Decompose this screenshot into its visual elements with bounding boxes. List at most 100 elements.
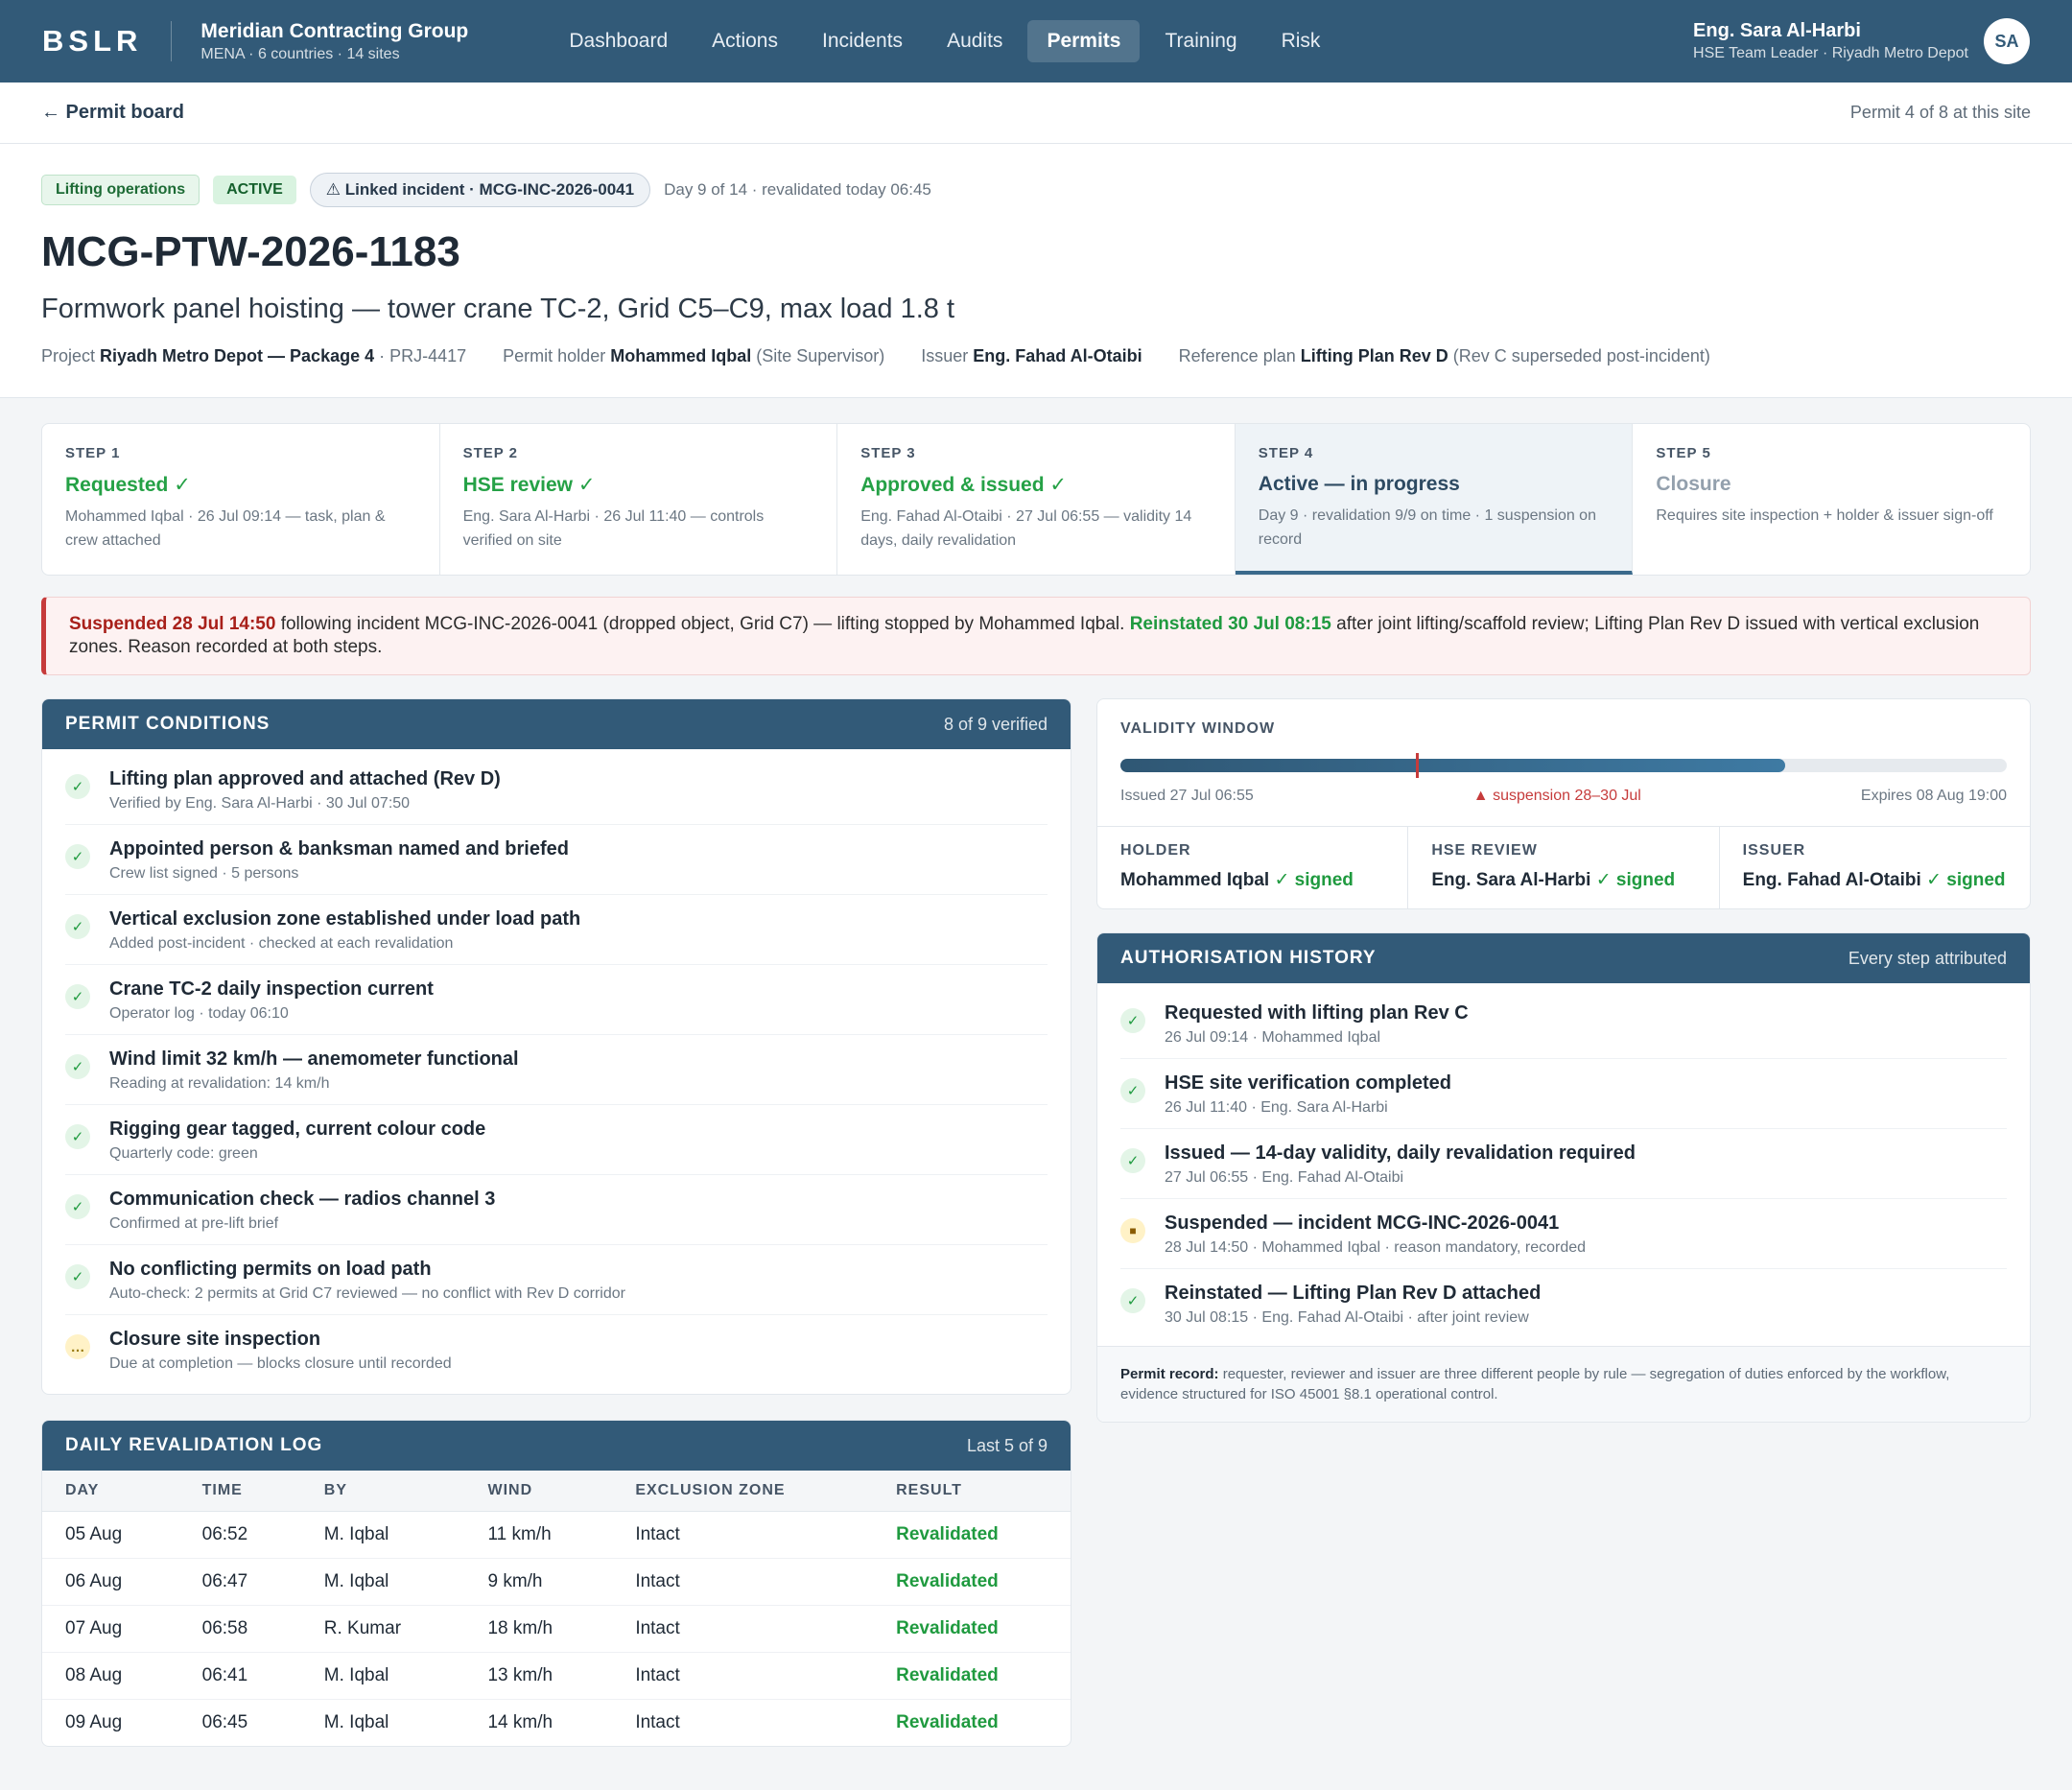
user-menu[interactable]: Eng. Sara Al-Harbi HSE Team Leader · Riy… (1693, 18, 2030, 64)
table-cell: 9 km/h (464, 1558, 613, 1606)
signer-name: Eng. Sara Al-Harbi (1431, 870, 1591, 890)
permit-record-note: Permit record: requester, reviewer and i… (1097, 1346, 2030, 1422)
history-item[interactable]: ✓ Reinstated — Lifting Plan Rev D attache… (1120, 1269, 2007, 1338)
condition-item[interactable]: ✓ Crane TC-2 daily inspection current Oper… (65, 965, 1048, 1035)
table-cell: 08 Aug (42, 1652, 179, 1700)
table-cell: Intact (635, 1712, 680, 1732)
signer-label: HSE REVIEW (1431, 842, 1538, 859)
table-row[interactable]: 05 Aug 06:52 M. Iqbal 11 km/h Intact Revalida… (42, 1511, 1071, 1559)
condition-item[interactable]: ✓ Wind limit 32 km/h — anemometer functio… (65, 1035, 1048, 1105)
table-cell: 06 Aug (42, 1558, 179, 1606)
table-cell: M. Iqbal (323, 1712, 389, 1732)
organization-switcher[interactable]: Meridian Contracting Group MENA · 6 coun… (200, 20, 517, 63)
column-header-wind: WIND (464, 1471, 613, 1512)
avatar[interactable]: SA (1984, 18, 2030, 64)
table-row[interactable]: 09 Aug 06:45 M. Iqbal 14 km/h Intact Revalida… (42, 1700, 1071, 1747)
history-item[interactable]: ✓ Issued — 14-day validity, daily revalid… (1120, 1129, 2007, 1199)
app-logo[interactable]: BSLR (42, 21, 173, 61)
permit-type-badge: Lifting operations (41, 175, 200, 205)
signed-status: ✓ signed (1269, 870, 1354, 890)
workflow-step-3[interactable]: STEP 3 Approved & issued ✓ Eng. Fahad Al-O… (837, 424, 1236, 575)
condition-item[interactable]: ✓ Rigging gear tagged, current colour cod… (65, 1105, 1048, 1175)
nav-permits[interactable]: Permits (1027, 20, 1141, 62)
workflow-step-2[interactable]: STEP 2 HSE review ✓ Eng. Sara Al-Harbi · 2… (440, 424, 838, 575)
revalidation-log-panel: DAILY REVALIDATION LOG Last 5 of 9 DAY TI… (41, 1420, 1071, 1747)
workflow-step-4[interactable]: STEP 4 Active — in progress Day 9 · revali… (1235, 424, 1634, 575)
step-description: Eng. Sara Al-Harbi · 26 Jul 11:40 — cont… (462, 508, 765, 549)
history-body: Suspended — incident MCG-INC-2026-0041 28… (1165, 1213, 1586, 1257)
signer-holder: HOLDER Mohammed Iqbal ✓ signed (1097, 827, 1409, 908)
condition-body: Rigging gear tagged, current colour code… (109, 1119, 485, 1163)
user-role: HSE Team Leader · Riyadh Metro Depot (1693, 45, 1968, 61)
back-to-permit-board-link[interactable]: ← Permit board (41, 102, 184, 124)
history-detail: 28 Jul 14:50 · Mohammed Iqbal · reason m… (1165, 1239, 1587, 1256)
history-title: Requested with lifting plan Rev C (1165, 1002, 1469, 1024)
table-row[interactable]: 06 Aug 06:47 M. Iqbal 9 km/h Intact Revalidat… (42, 1558, 1071, 1606)
condition-body: Closure site inspection Due at completion… (109, 1329, 452, 1373)
suspension-alert: Suspended 28 Jul 14:50 following inciden… (41, 597, 2031, 675)
issuer-meta: Issuer Eng. Fahad Al-Otaibi (921, 346, 1142, 365)
condition-detail: Confirmed at pre-lift brief (109, 1215, 279, 1232)
table-cell: 07 Aug (42, 1605, 179, 1653)
history-aside: Every step attributed (1848, 948, 2007, 968)
history-item[interactable]: ✓ Requested with lifting plan Rev C 26 Jul… (1120, 989, 2007, 1059)
suspension-marker (1415, 753, 1419, 778)
linked-incident-chip[interactable]: ⚠ Linked incident · MCG-INC-2026-0041 (309, 173, 651, 207)
table-cell: 06:41 (178, 1652, 301, 1700)
history-item[interactable]: ✓ HSE site verification completed 26 Jul 1… (1120, 1059, 2007, 1129)
nav-actions[interactable]: Actions (693, 20, 797, 62)
check-icon: ✓ (65, 774, 90, 799)
validity-labels: Issued 27 Jul 06:55 ▲ suspension 28–30 J… (1120, 788, 2007, 826)
nav-risk[interactable]: Risk (1262, 20, 1340, 62)
condition-item[interactable]: ✓ No conflicting permits on load path Auto… (65, 1245, 1048, 1315)
condition-detail: Added post-incident · checked at each re… (109, 935, 454, 952)
history-title: Issued — 14-day validity, daily revalida… (1165, 1142, 1636, 1164)
permit-conditions-panel: PERMIT CONDITIONS 8 of 9 verified ✓ Lifti… (41, 698, 1071, 1395)
table-cell: 06:45 (201, 1712, 248, 1732)
condition-item[interactable]: … Closure site inspection Due at completio… (65, 1315, 1048, 1384)
table-header-row: DAY TIME BY WIND EXCLUSION ZONE RESULT (42, 1471, 1071, 1512)
panel-title: PERMIT CONDITIONS (65, 714, 271, 734)
table-cell: Intact (612, 1652, 874, 1700)
table-cell: Revalidated (873, 1558, 1071, 1606)
table-row[interactable]: 08 Aug 06:41 M. Iqbal 13 km/h Intact Revalida… (42, 1652, 1071, 1700)
nav-incidents[interactable]: Incidents (803, 20, 922, 62)
table-cell: 14 km/h (487, 1712, 553, 1732)
panel-header: AUTHORISATION HISTORY Every step attribu… (1097, 933, 2030, 983)
page-title: MCG-PTW-2026-1183 (41, 228, 460, 275)
log-count[interactable]: Last 5 of 9 (967, 1436, 1048, 1456)
signer-hse-review: HSE REVIEW Eng. Sara Al-Harbi ✓ signed (1408, 827, 1720, 908)
condition-item[interactable]: ✓ Communication check — radios channel 3C… (65, 1175, 1048, 1245)
signed-status: ✓ signed (1920, 870, 2006, 890)
condition-title: Closure site inspection (109, 1329, 321, 1350)
signed-status: ✓ signed (1590, 870, 1676, 890)
permit-position: Permit 4 of 8 at this site (1849, 103, 2031, 122)
condition-detail: Reading at revalidation: 14 km/h (109, 1075, 330, 1092)
condition-item[interactable]: ✓ Appointed person & banksman named and b… (65, 825, 1048, 895)
condition-item[interactable]: ✓ Vertical exclusion zone established und… (65, 895, 1048, 965)
permit-tags: Lifting operations ACTIVE ⚠ Linked incid… (41, 173, 2031, 207)
nav-dashboard[interactable]: Dashboard (550, 20, 687, 62)
history-item[interactable]: ■ Suspended — incident MCG-INC-2026-0041 2… (1120, 1199, 2007, 1269)
workflow-step-5[interactable]: STEP 5 Closure Requires site inspection + … (1633, 424, 2030, 575)
column-header-result: RESULT (873, 1471, 1071, 1512)
condition-title: Crane TC-2 daily inspection current (109, 978, 434, 1000)
pending-icon: … (65, 1334, 90, 1359)
condition-detail: Crew list signed · 5 persons (109, 865, 299, 882)
condition-body: No conflicting permits on load path Auto-… (109, 1259, 625, 1303)
nav-training[interactable]: Training (1145, 20, 1256, 62)
condition-detail: Auto-check: 2 permits at Grid C7 reviewe… (109, 1285, 625, 1302)
condition-body: Communication check — radios channel 3 Co… (109, 1189, 495, 1233)
table-cell: Revalidated (873, 1652, 1071, 1700)
column-header-day: DAY (42, 1471, 179, 1512)
step-number: STEP 4 (1258, 445, 1314, 461)
nav-audits[interactable]: Audits (928, 20, 1022, 62)
workflow-step-1[interactable]: STEP 1 Requested ✓ Mohammed Iqbal · 26 Jul… (42, 424, 440, 575)
signer-name: Mohammed Iqbal (1120, 870, 1270, 890)
table-cell: M. Iqbal (300, 1558, 465, 1606)
table-row[interactable]: 07 Aug 06:58 R. Kumar 18 km/h Intact Revalida… (42, 1605, 1071, 1653)
validity-progress-fill (1120, 759, 1785, 772)
check-icon: ✓ (1120, 1078, 1145, 1103)
condition-item[interactable]: ✓ Lifting plan approved and attached (Rev… (65, 755, 1048, 825)
org-name: Meridian Contracting Group (200, 19, 469, 42)
